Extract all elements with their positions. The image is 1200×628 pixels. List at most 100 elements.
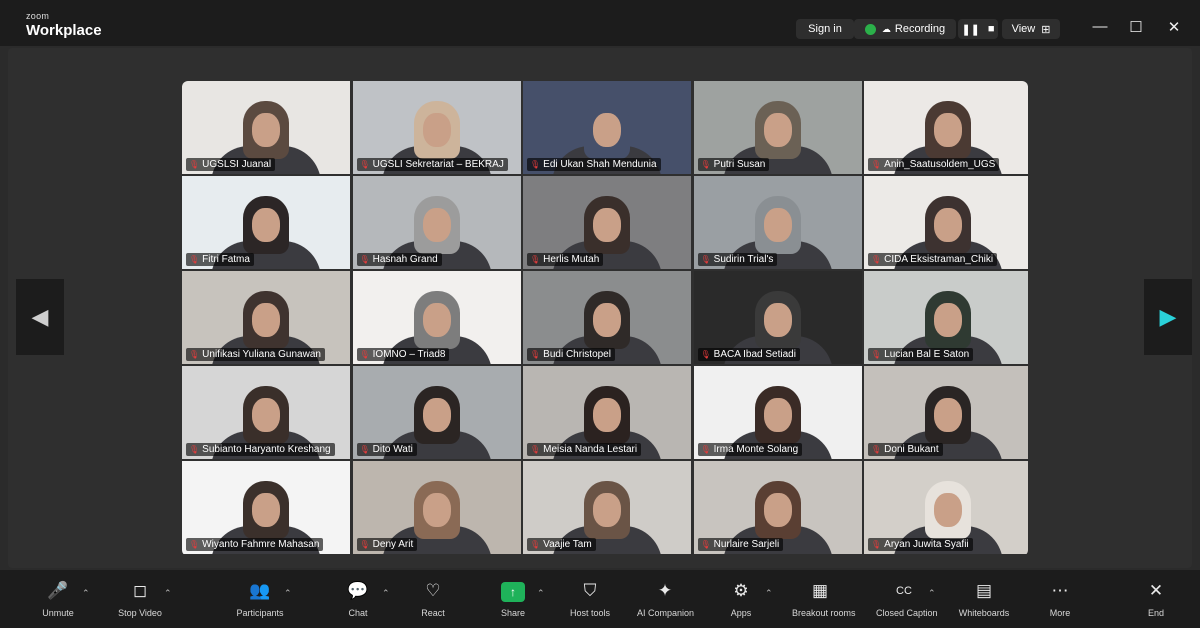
toolbar-label: Participants <box>236 608 284 618</box>
participant-name-label: 🎙 Nurlaire Sarjeli <box>697 538 784 551</box>
stop-icon[interactable]: ■ <box>988 23 995 35</box>
participant-tile[interactable]: 🎙 UGSLSI Juanal <box>182 81 350 174</box>
end-button[interactable]: ✕ End <box>1128 580 1184 618</box>
share-button[interactable]: ↑ Share <box>485 580 541 618</box>
participant-tile[interactable]: 🎙 Subianto Haryanto Kreshang <box>182 366 350 459</box>
minimize-icon[interactable]: — <box>1088 18 1112 35</box>
participant-tile[interactable]: 🎙 Fitri Fatma <box>182 176 350 269</box>
previous-page-button[interactable]: ◀ <box>16 279 64 355</box>
participant-name-label: 🎙 BACA Ibad Setiadi <box>697 348 800 361</box>
mic-muted-icon: 🎙 <box>189 255 200 264</box>
video-camera-icon: ◻ <box>132 581 148 600</box>
participant-tile[interactable]: 🎙 Doni Bukant <box>864 366 1028 459</box>
chevron-up-icon[interactable]: ⌃ <box>284 588 292 599</box>
video-gallery: 🎙 UGSLSI Juanal 🎙 UGSLI Sekretariat – BEKRA… <box>182 81 1028 556</box>
participant-name: Subianto Haryanto Kreshang <box>202 444 331 455</box>
mic-muted-icon: 🎙 <box>530 255 541 264</box>
participant-tile[interactable]: 🎙 Budi Christopel <box>523 271 691 364</box>
participant-face <box>252 397 280 432</box>
participant-tile[interactable]: 🎙 Irma Monte Solang <box>693 366 862 459</box>
participant-name-label: 🎙 Hasnah Grand <box>356 253 442 266</box>
close-icon[interactable]: ✕ <box>1162 18 1186 36</box>
participants-button[interactable]: 👥 Participants <box>232 580 288 618</box>
view-button[interactable]: View ⊞ <box>1002 19 1060 39</box>
mic-muted-icon: 🎙 <box>189 350 200 359</box>
participant-name-label: 🎙 UGSLI Sekretariat – BEKRAJ <box>356 158 508 171</box>
participant-name-label: 🎙 Budi Christopel <box>527 348 615 361</box>
participant-face <box>252 112 280 147</box>
more-button[interactable]: ⋯ More <box>1032 580 1088 618</box>
closed-caption-button[interactable]: CC Closed Caption <box>876 580 938 618</box>
toolbar-label: Closed Caption <box>876 608 938 618</box>
participant-tile[interactable]: 🎙 Nurlaire Sarjeli <box>693 461 862 554</box>
participant-tile[interactable]: 🎙 Putri Susan <box>693 81 862 174</box>
chevron-up-icon[interactable]: ⌃ <box>765 588 773 599</box>
end-icon: ✕ <box>1148 581 1164 600</box>
participant-tile[interactable]: 🎙 Sudirin Trial's <box>693 176 862 269</box>
chat-button[interactable]: 💬 Chat <box>330 580 386 618</box>
next-page-button[interactable]: ▶ <box>1144 279 1192 355</box>
chevron-up-icon[interactable]: ⌃ <box>928 588 936 599</box>
breakout-rooms-icon: ▦ <box>811 581 829 600</box>
mic-muted-icon: 🎙 <box>700 350 711 359</box>
participant-name: Doni Bukant <box>884 444 939 455</box>
participant-face <box>422 207 451 242</box>
sign-in-button[interactable]: Sign in <box>796 19 854 39</box>
participant-tile[interactable]: 🎙 Anin_Saatusoldem_UGS <box>864 81 1028 174</box>
participant-name: Putri Susan <box>713 159 766 170</box>
participant-face <box>593 207 621 242</box>
participant-tile[interactable]: 🎙 Hasnah Grand <box>352 176 521 269</box>
participant-tile[interactable]: 🎙 Edi Ukan Shah Mendunia <box>523 81 691 174</box>
participant-tile[interactable]: 🎙 Herlis Mutah <box>523 176 691 269</box>
unmute-button[interactable]: 🎤 Unmute <box>30 580 86 618</box>
participant-tile[interactable]: 🎙 BACA Ibad Setiadi <box>693 271 862 364</box>
app-brand: zoom Workplace <box>26 12 102 39</box>
apps-icon: ⚙ <box>733 581 749 600</box>
mic-muted-icon: 🎙 <box>189 540 200 549</box>
participant-tile[interactable]: 🎙 UGSLI Sekretariat – BEKRAJ <box>352 81 521 174</box>
recording-controls[interactable]: ❚❚ ■ <box>958 19 998 39</box>
participant-tile[interactable]: 🎙 Aryan Juwita Syafii <box>864 461 1028 554</box>
toolbar-label: Chat <box>348 608 368 618</box>
participant-name: Sudirin Trial's <box>713 254 774 265</box>
whiteboard-icon: ▤ <box>975 581 993 600</box>
ai-sparkle-icon: ✦ <box>657 581 673 600</box>
chevron-up-icon[interactable]: ⌃ <box>382 588 390 599</box>
participant-name: Edi Ukan Shah Mendunia <box>543 159 657 170</box>
participant-name-label: 🎙 Dito Wati <box>356 443 417 456</box>
apps-button[interactable]: ⚙ Apps <box>713 580 769 618</box>
host-tools-button[interactable]: ⛉ Host tools <box>562 580 618 618</box>
participant-name: Lucian Bal E Saton <box>884 349 970 360</box>
participant-tile[interactable]: 🎙 Unifikasi Yuliana Gunawan <box>182 271 350 364</box>
participant-face <box>934 207 962 242</box>
ai-companion-button[interactable]: ✦ AI Companion <box>637 580 694 618</box>
participant-tile[interactable]: 🎙 Lucian Bal E Saton <box>864 271 1028 364</box>
maximize-icon[interactable]: ☐ <box>1124 18 1148 36</box>
mic-muted-icon: 🎙 <box>871 255 882 264</box>
participant-name-label: 🎙 Deny Arit <box>356 538 418 551</box>
participant-name-label: 🎙 Sudirin Trial's <box>697 253 778 266</box>
react-button[interactable]: ♡ React <box>405 580 461 618</box>
stop-video-button[interactable]: ◻ Stop Video <box>112 580 168 618</box>
participant-name: Budi Christopel <box>543 349 611 360</box>
chevron-up-icon[interactable]: ⌃ <box>82 588 90 599</box>
whiteboards-button[interactable]: ▤ Whiteboards <box>956 580 1012 618</box>
participant-tile[interactable]: 🎙 Dito Wati <box>352 366 521 459</box>
participant-name-label: 🎙 Unifikasi Yuliana Gunawan <box>186 348 325 361</box>
chevron-up-icon[interactable]: ⌃ <box>537 588 545 599</box>
participant-tile[interactable]: 🎙 CIDA Eksistraman_Chiki <box>864 176 1028 269</box>
pause-icon[interactable]: ❚❚ <box>961 23 979 36</box>
participant-tile[interactable]: 🎙 Wiyanto Fahmre Mahasan <box>182 461 350 554</box>
participant-face <box>763 207 792 242</box>
mic-muted-icon: 🎙 <box>871 160 882 169</box>
participant-tile[interactable]: 🎙 Vaajie Tam <box>523 461 691 554</box>
participant-tile[interactable]: 🎙 Meisia Nanda Lestari <box>523 366 691 459</box>
participant-tile[interactable]: 🎙 IOMNO – Triad8 <box>352 271 521 364</box>
chevron-up-icon[interactable]: ⌃ <box>164 588 172 599</box>
recording-indicator[interactable]: ☁ Recording <box>854 19 956 39</box>
breakout-rooms-button[interactable]: ▦ Breakout rooms <box>792 580 856 618</box>
participant-name: IOMNO – Triad8 <box>372 349 446 360</box>
mic-muted-icon: 🎙 <box>359 160 370 169</box>
participant-tile[interactable]: 🎙 Deny Arit <box>352 461 521 554</box>
mic-muted-icon: 🎙 <box>530 350 541 359</box>
